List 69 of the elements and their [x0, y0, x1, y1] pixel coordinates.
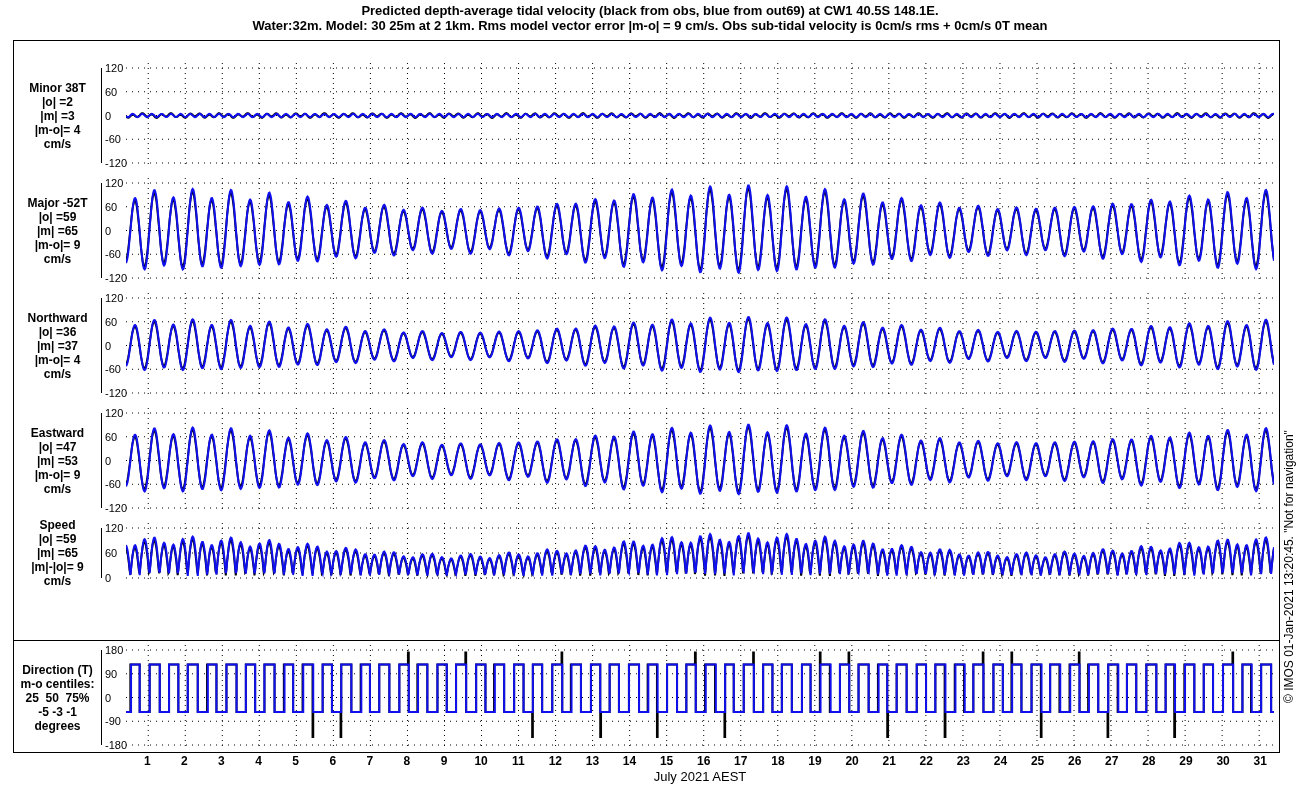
tick-label: 3 — [218, 755, 225, 768]
tick-label: 19 — [808, 755, 822, 768]
tick-label: 120 — [104, 408, 125, 418]
tick-label: 13 — [585, 755, 600, 768]
panel-label: Minor 38T |o| =2 |m| =3 |m-o|= 4 cm/s — [29, 80, 86, 151]
tick-label: 12 — [548, 755, 562, 768]
tick-label: -120 — [104, 158, 126, 168]
tick-label: 0 — [104, 340, 113, 351]
tick-label: 60 — [104, 201, 119, 212]
tick-label: 60 — [104, 548, 119, 558]
panel-label: Eastward |o| =47 |m| =53 |m-o|= 9 cm/s — [30, 425, 85, 496]
tick-label: 120 — [104, 293, 125, 303]
tick-label: 60 — [104, 431, 119, 442]
tick-label: 9 — [440, 755, 448, 768]
tick-label: -60 — [104, 249, 122, 260]
tick-label: 0 — [104, 225, 113, 236]
tick-label: 26 — [1068, 755, 1082, 768]
tick-label: 60 — [104, 316, 119, 327]
tick-label: 22 — [919, 755, 933, 768]
tick-label: 8 — [403, 755, 411, 768]
tick-label: 0 — [104, 110, 113, 121]
tick-label: 120 — [104, 63, 125, 73]
tick-label: 10 — [474, 755, 488, 768]
credit-note: © IMOS 01-Jan-2021 13:20:45. "Not for navigation" — [1282, 430, 1296, 703]
tick-label: 7 — [366, 755, 374, 768]
panel-label: Speed |o| =59 |m| =65 |m|-|o|= 9 cm/s — [31, 518, 84, 588]
tick-label: 24 — [993, 755, 1008, 768]
tick-label: -60 — [104, 479, 122, 490]
tick-label: 0 — [104, 455, 113, 466]
panel-label: Direction (T) m-o centiles: 25 50 75% -5 -3 -1 degrees — [20, 662, 95, 733]
tick-label: 5 — [292, 755, 299, 768]
tick-label: 120 — [104, 523, 125, 533]
tick-label: 30 — [1216, 755, 1230, 768]
tick-label: 17 — [734, 755, 748, 768]
chart-title: Predicted depth-average tidal velocity (black from obs, blue from out69) at CW1 40.5S 148.1E. — [361, 3, 939, 18]
tick-label: 28 — [1142, 755, 1156, 768]
tick-label: 90 — [104, 668, 119, 679]
tick-label: 21 — [882, 755, 896, 768]
tick-label: 31 — [1253, 755, 1267, 768]
tick-label: -120 — [104, 503, 126, 513]
tick-label: -60 — [104, 364, 122, 375]
chart-title: Water:32m. Model: 30 25m at 2 1km. Rms model vector error |m-o| = 9 cm/s. Obs sub-tidal velocity is 0cm/s rms + 0cm/s 0T mean — [252, 18, 1048, 33]
tick-label: 60 — [104, 86, 119, 97]
tick-label: 2 — [181, 755, 188, 768]
tick-label: -180 — [104, 740, 126, 750]
tick-label: 120 — [104, 178, 125, 188]
axis-title: July 2021 AEST — [653, 769, 747, 784]
tick-label: 14 — [622, 755, 637, 768]
tick-label: 1 — [143, 755, 151, 768]
tick-label: 180 — [104, 645, 125, 655]
tick-label: 29 — [1179, 755, 1193, 768]
panel-label: Northward |o| =36 |m| =37 |m-o|= 4 cm/s — [27, 310, 88, 381]
tick-label: -60 — [104, 134, 122, 145]
tick-label: 4 — [255, 755, 262, 768]
tick-label: 20 — [845, 755, 859, 768]
panel-label: Major -52T |o| =59 |m| =65 |m-o|= 9 cm/s — [27, 195, 88, 266]
tick-label: -120 — [104, 273, 126, 283]
tick-label: 18 — [771, 755, 785, 768]
tick-label: 16 — [697, 755, 711, 768]
tick-label: 6 — [329, 755, 337, 768]
tick-label: 27 — [1105, 755, 1119, 768]
tick-label: 11 — [511, 755, 525, 768]
tick-label: 25 — [1030, 755, 1045, 768]
tick-label: 0 — [104, 692, 113, 703]
tick-label: 0 — [104, 573, 113, 583]
tick-label: -90 — [104, 716, 122, 727]
tick-label: 15 — [659, 755, 674, 768]
tick-label: 23 — [956, 755, 971, 768]
tick-label: -120 — [104, 388, 126, 398]
